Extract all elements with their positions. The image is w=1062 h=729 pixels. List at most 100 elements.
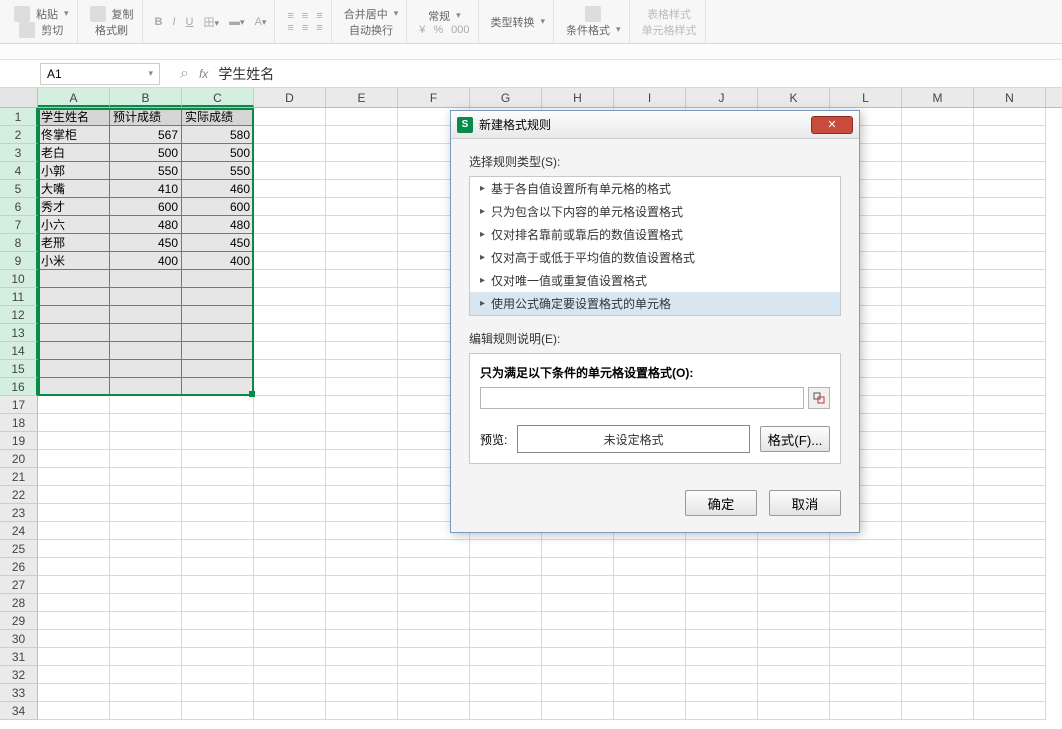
- cell[interactable]: [326, 612, 398, 630]
- cell[interactable]: [326, 396, 398, 414]
- row-header[interactable]: 4: [0, 162, 38, 180]
- row-header[interactable]: 13: [0, 324, 38, 342]
- cell[interactable]: [38, 504, 110, 522]
- cond-format-label[interactable]: 条件格式: [566, 22, 610, 38]
- ok-button[interactable]: 确定: [685, 490, 757, 516]
- cell[interactable]: [110, 648, 182, 666]
- cell[interactable]: [398, 648, 470, 666]
- cell[interactable]: [254, 342, 326, 360]
- cell[interactable]: [974, 540, 1046, 558]
- cell[interactable]: [974, 342, 1046, 360]
- cell[interactable]: [110, 630, 182, 648]
- cell[interactable]: [758, 540, 830, 558]
- row-header[interactable]: 11: [0, 288, 38, 306]
- rule-type-item[interactable]: ▸仅对排名靠前或靠后的数值设置格式: [470, 223, 840, 246]
- cell[interactable]: 老白: [38, 144, 110, 162]
- row-header[interactable]: 6: [0, 198, 38, 216]
- chevron-down-icon[interactable]: ▾: [148, 68, 153, 79]
- cell[interactable]: [254, 540, 326, 558]
- cell[interactable]: [182, 450, 254, 468]
- comma-icon[interactable]: 000: [451, 24, 469, 36]
- cell[interactable]: [470, 630, 542, 648]
- cell[interactable]: 480: [110, 216, 182, 234]
- row-header[interactable]: 29: [0, 612, 38, 630]
- cell[interactable]: [326, 234, 398, 252]
- cell[interactable]: [470, 684, 542, 702]
- cell[interactable]: [902, 378, 974, 396]
- currency-icon[interactable]: ¥: [419, 24, 425, 36]
- cell[interactable]: [902, 468, 974, 486]
- cell[interactable]: [110, 396, 182, 414]
- cell[interactable]: [686, 630, 758, 648]
- cell[interactable]: [110, 486, 182, 504]
- cell[interactable]: [254, 126, 326, 144]
- cell[interactable]: [38, 702, 110, 720]
- cell[interactable]: [254, 162, 326, 180]
- cell[interactable]: [542, 612, 614, 630]
- cell[interactable]: [614, 540, 686, 558]
- cell[interactable]: [326, 522, 398, 540]
- cell[interactable]: [110, 612, 182, 630]
- cell[interactable]: [974, 612, 1046, 630]
- cell[interactable]: [758, 576, 830, 594]
- cell[interactable]: [686, 576, 758, 594]
- cell[interactable]: [902, 414, 974, 432]
- type-convert-button[interactable]: 类型转换: [491, 14, 535, 30]
- cell[interactable]: [254, 558, 326, 576]
- cell[interactable]: [758, 648, 830, 666]
- cell[interactable]: [974, 684, 1046, 702]
- cell[interactable]: [758, 684, 830, 702]
- cell[interactable]: [38, 558, 110, 576]
- cell[interactable]: [110, 288, 182, 306]
- merge-center-button[interactable]: 合并居中: [344, 6, 388, 22]
- cell[interactable]: [686, 594, 758, 612]
- cell[interactable]: [542, 684, 614, 702]
- cell[interactable]: [614, 612, 686, 630]
- column-header-N[interactable]: N: [974, 88, 1046, 107]
- cell[interactable]: [182, 378, 254, 396]
- cell[interactable]: [182, 306, 254, 324]
- cell[interactable]: [110, 432, 182, 450]
- cell[interactable]: [326, 432, 398, 450]
- cell[interactable]: [974, 432, 1046, 450]
- cell[interactable]: [614, 702, 686, 720]
- cell[interactable]: [38, 630, 110, 648]
- cell[interactable]: [182, 630, 254, 648]
- align-bottom-icon[interactable]: ≡: [316, 22, 322, 34]
- cell[interactable]: [902, 126, 974, 144]
- align-right-icon[interactable]: ≡: [316, 10, 322, 22]
- cell[interactable]: [974, 198, 1046, 216]
- number-format-select[interactable]: 常规: [428, 8, 450, 24]
- cell[interactable]: [974, 288, 1046, 306]
- cell[interactable]: 预计成绩: [110, 108, 182, 126]
- cell[interactable]: [254, 270, 326, 288]
- row-header[interactable]: 16: [0, 378, 38, 396]
- cell[interactable]: [38, 594, 110, 612]
- cell[interactable]: [182, 414, 254, 432]
- cell[interactable]: 400: [110, 252, 182, 270]
- cell[interactable]: [110, 450, 182, 468]
- cell[interactable]: [830, 558, 902, 576]
- cell[interactable]: [38, 450, 110, 468]
- row-header[interactable]: 24: [0, 522, 38, 540]
- cell[interactable]: [182, 540, 254, 558]
- align-left-icon[interactable]: ≡: [287, 10, 293, 22]
- cell[interactable]: [902, 666, 974, 684]
- cell[interactable]: [38, 360, 110, 378]
- cell[interactable]: [326, 360, 398, 378]
- cell[interactable]: [182, 558, 254, 576]
- cell[interactable]: [614, 576, 686, 594]
- cell[interactable]: [254, 198, 326, 216]
- cell[interactable]: [902, 144, 974, 162]
- format-painter-label[interactable]: 格式刷: [95, 22, 128, 38]
- cell[interactable]: [254, 486, 326, 504]
- cell[interactable]: [326, 666, 398, 684]
- select-all-corner[interactable]: [0, 88, 38, 107]
- cell[interactable]: [38, 684, 110, 702]
- cell[interactable]: 550: [182, 162, 254, 180]
- cell[interactable]: [470, 702, 542, 720]
- row-header[interactable]: 17: [0, 396, 38, 414]
- cell[interactable]: [902, 450, 974, 468]
- cell[interactable]: [398, 702, 470, 720]
- column-header-M[interactable]: M: [902, 88, 974, 107]
